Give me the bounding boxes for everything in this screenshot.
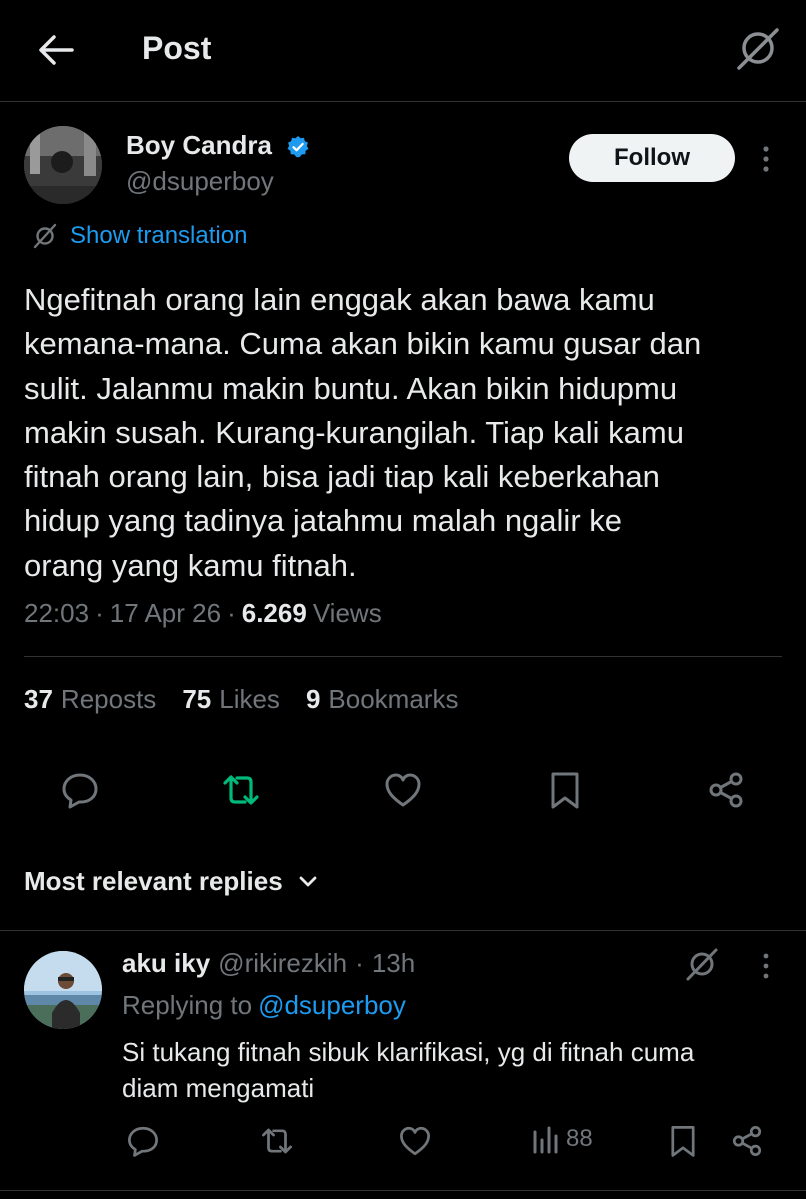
share-button[interactable] (706, 770, 746, 810)
bookmark-button[interactable] (545, 770, 585, 810)
author-name[interactable]: Boy Candra (126, 130, 272, 161)
post-date: 17 Apr 26 (109, 598, 222, 628)
divider (0, 1190, 806, 1191)
author-avatar[interactable] (24, 126, 102, 204)
post-views-count: 6.269 (241, 598, 307, 628)
reply-share-button[interactable] (730, 1124, 764, 1158)
author-handle[interactable]: @dsuperboy (126, 166, 274, 197)
repost-icon (223, 775, 259, 805)
back-arrow-icon (39, 35, 74, 65)
reply-text: Si tukang fitnah sibuk klarifikasi, yg d… (122, 1037, 695, 1103)
reply-icon (62, 773, 98, 809)
reposts-stat[interactable]: 37 Reposts (24, 684, 156, 715)
page-title: Post (142, 30, 212, 66)
post-more-button[interactable] (754, 144, 778, 174)
repost-button[interactable] (221, 770, 261, 810)
grok-icon (737, 28, 779, 70)
reply-avatar[interactable] (24, 951, 102, 1029)
grok-button[interactable] (734, 24, 782, 72)
post-views-label: Views (312, 598, 382, 628)
replying-to-handle[interactable]: @dsuperboy (258, 990, 406, 1020)
top-bar: Post (0, 0, 806, 102)
bookmark-icon (671, 1126, 695, 1157)
verified-badge-icon (286, 135, 310, 159)
grok-icon (686, 948, 718, 981)
replying-to: Replying to @dsuperboy (122, 990, 406, 1020)
post-stats: 37 Reposts 75 Likes 9 Bookmarks (24, 684, 458, 715)
follow-button[interactable]: Follow (569, 134, 735, 182)
reply-header: aku iky @rikirezkih · 13h (122, 948, 416, 979)
post-time: 22:03 (24, 598, 90, 628)
post-meta: 22:03 · 17 Apr 26 · 6.269 Views (24, 598, 382, 628)
translate-icon (33, 223, 57, 249)
reply-button[interactable] (60, 770, 100, 810)
reply-grok-button[interactable] (684, 946, 720, 982)
bookmarks-stat[interactable]: 9 Bookmarks (306, 684, 459, 715)
divider (0, 930, 806, 931)
divider (24, 656, 782, 657)
reply-repost-button[interactable] (260, 1124, 294, 1158)
reply-like-button[interactable] (398, 1124, 432, 1158)
reply-more-button[interactable] (756, 952, 776, 980)
reply-reply-button[interactable] (126, 1124, 160, 1158)
post-text: Ngefitnah orang lain enggak akan bawa ka… (24, 282, 702, 583)
reply-icon (128, 1126, 158, 1157)
more-vertical-icon (763, 953, 769, 979)
like-icon (385, 773, 421, 807)
chevron-down-icon (299, 876, 317, 886)
reply-time: 13h (371, 948, 416, 978)
like-button[interactable] (383, 770, 423, 810)
reply-views[interactable]: 88 (532, 1124, 593, 1154)
reply-author-name[interactable]: aku iky (122, 948, 210, 979)
reply-views-count: 88 (566, 1125, 593, 1152)
likes-stat[interactable]: 75 Likes (182, 684, 280, 715)
share-icon (709, 772, 743, 808)
reply-bookmark-button[interactable] (666, 1124, 700, 1158)
back-button[interactable] (34, 28, 78, 72)
like-icon (400, 1126, 430, 1156)
views-icon (533, 1126, 558, 1154)
show-translation-link[interactable]: Show translation (32, 222, 247, 250)
share-icon (732, 1126, 762, 1156)
more-vertical-icon (763, 146, 769, 172)
replies-sort-label: Most relevant replies (24, 866, 283, 896)
bookmark-icon (551, 772, 579, 809)
repost-icon (262, 1128, 292, 1154)
reply-author-handle[interactable]: @rikirezkih (218, 948, 347, 979)
show-translation-label: Show translation (70, 222, 248, 249)
replies-sort-dropdown[interactable]: Most relevant replies (24, 866, 319, 897)
